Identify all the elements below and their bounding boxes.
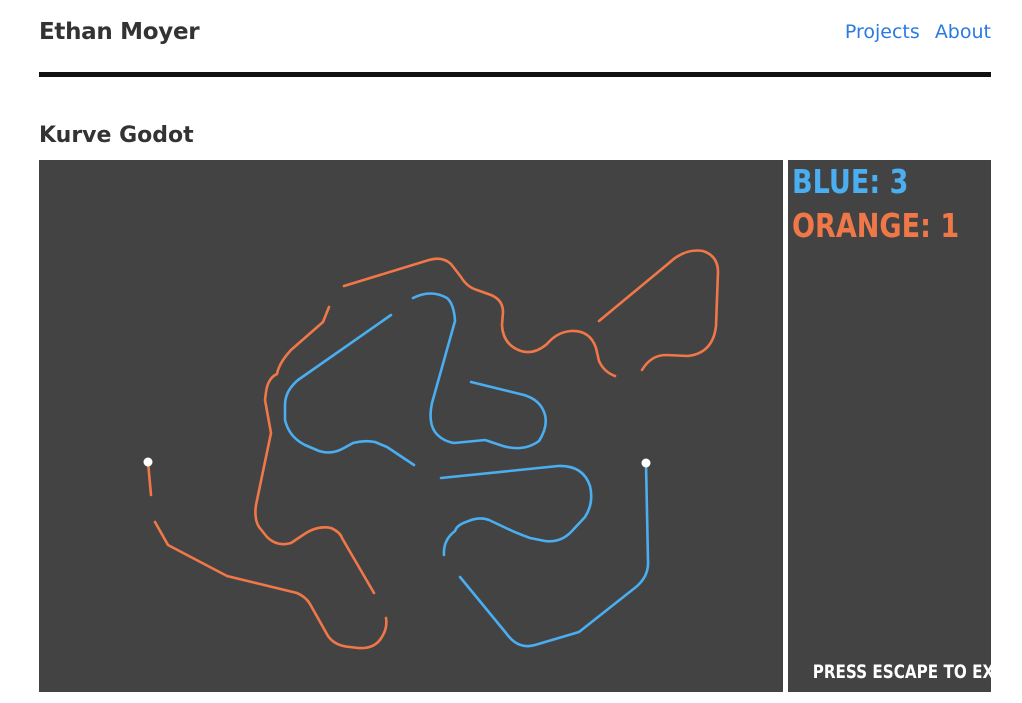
score-orange: ORANGE: 1 (792, 206, 960, 245)
exit-hint-label: PRESS ESCAPE TO EXIT (812, 661, 1011, 683)
orange-snake-head (143, 457, 153, 467)
nav-link-about[interactable]: About (935, 21, 991, 43)
blue-snake-head (641, 458, 651, 468)
score-panel: BLUE: 3 ORANGE: 1 PRESS ESCAPE TO EXIT (788, 160, 1011, 692)
site-nav: Projects About (836, 21, 991, 43)
orange-trail-segment (597, 249, 720, 372)
blue-trail-segment (411, 292, 548, 450)
nav-link-projects[interactable]: Projects (845, 21, 920, 43)
site-title[interactable]: Ethan Moyer (39, 19, 200, 45)
game-field (143, 249, 720, 650)
page-title: Kurve Godot (39, 123, 194, 148)
blue-trail-segment (458, 461, 650, 648)
orange-trail-segment (342, 257, 617, 378)
site-header: Ethan Moyer Projects About (39, 0, 991, 78)
exit-hint: PRESS ESCAPE TO EXIT (788, 661, 1011, 683)
orange-trail-segment (146, 460, 153, 497)
score-blue: BLUE: 3 (792, 162, 909, 201)
game-canvas[interactable] (39, 160, 783, 692)
header-divider (39, 72, 991, 77)
blue-trail-segment (439, 464, 593, 557)
